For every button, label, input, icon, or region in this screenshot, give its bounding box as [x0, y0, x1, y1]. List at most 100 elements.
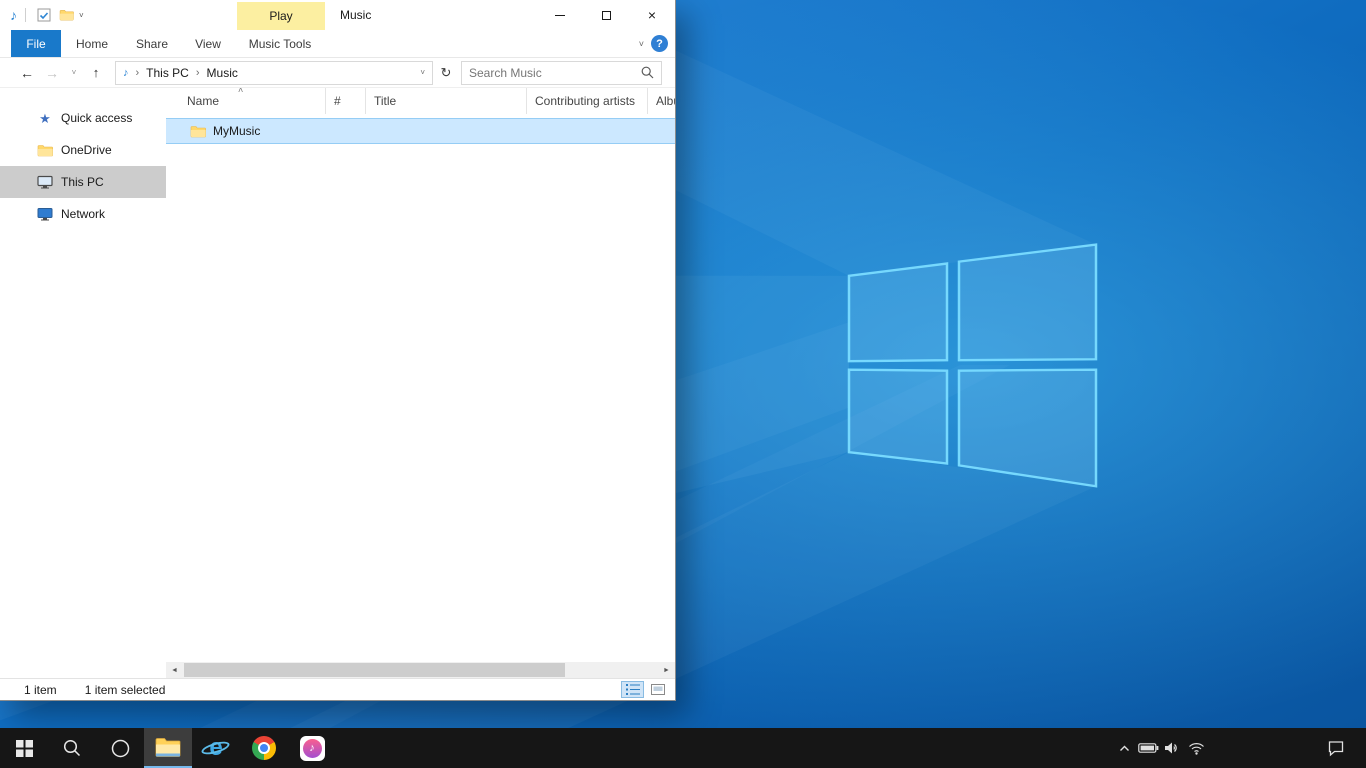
- column-header-number[interactable]: #: [326, 88, 366, 114]
- folder-icon: [36, 144, 54, 157]
- internet-explorer-button[interactable]: e: [192, 728, 240, 768]
- chrome-button[interactable]: [240, 728, 288, 768]
- qat-properties-button[interactable]: [34, 5, 54, 25]
- system-tray: [1112, 728, 1366, 768]
- folder-icon: [190, 125, 206, 138]
- action-center-button[interactable]: [1322, 728, 1350, 768]
- taskbar-search-button[interactable]: [48, 728, 96, 768]
- scroll-right-button[interactable]: ►: [658, 662, 675, 678]
- search-box[interactable]: [461, 61, 662, 85]
- column-header-title[interactable]: Title: [366, 88, 527, 114]
- sidebar-item-this-pc[interactable]: This PC: [0, 166, 166, 198]
- computer-icon: [36, 175, 54, 189]
- maximize-button[interactable]: [583, 0, 629, 30]
- close-button[interactable]: ×: [629, 0, 675, 30]
- tab-share[interactable]: Share: [123, 30, 181, 57]
- file-explorer-window: ♪ ˅ Play Music ×: [0, 0, 676, 701]
- refresh-button[interactable]: ↻: [437, 65, 455, 81]
- wifi-icon: [1188, 742, 1205, 755]
- large-icons-view-button[interactable]: [646, 681, 669, 698]
- search-icon: [63, 739, 81, 757]
- column-headers: ˄ Name # Title Contributing artists Albu…: [166, 88, 675, 114]
- tab-music-tools[interactable]: Music Tools: [235, 30, 325, 57]
- show-hidden-icons-button[interactable]: [1112, 728, 1136, 768]
- address-toolbar: ← → ˅ ↑ ♪ › This PC › Music ˅ ↻: [0, 58, 675, 88]
- volume-indicator[interactable]: [1160, 728, 1184, 768]
- network-icon: [36, 207, 54, 221]
- itunes-note: ♪: [309, 743, 315, 754]
- column-header-name[interactable]: ˄ Name: [166, 88, 326, 114]
- cortana-button[interactable]: [96, 728, 144, 768]
- start-button[interactable]: [0, 728, 48, 768]
- star-icon: ★: [36, 112, 54, 125]
- titlebar-divider: [25, 8, 26, 22]
- tab-view[interactable]: View: [181, 30, 235, 57]
- forward-button[interactable]: →: [39, 61, 65, 85]
- scroll-left-button[interactable]: ◄: [166, 662, 183, 678]
- folder-icon: [59, 9, 74, 21]
- explorer-main: ★ Quick access OneDrive: [0, 88, 675, 662]
- sidebar-item-network[interactable]: Network: [0, 198, 166, 230]
- help-button[interactable]: ?: [651, 35, 668, 52]
- file-list: MyMusic: [166, 114, 675, 144]
- address-dropdown-icon[interactable]: ˅: [420, 68, 425, 77]
- search-icon: [641, 66, 654, 79]
- contextual-tab-play[interactable]: Play: [237, 2, 325, 30]
- file-list-pane: ˄ Name # Title Contributing artists Albu…: [166, 88, 675, 662]
- file-row-mymusic[interactable]: MyMusic: [166, 118, 675, 144]
- battery-indicator[interactable]: [1136, 728, 1160, 768]
- recent-locations-dropdown[interactable]: ˅: [65, 61, 83, 85]
- address-bar[interactable]: ♪ › This PC › Music ˅: [115, 61, 433, 85]
- details-view-button[interactable]: [621, 681, 644, 698]
- window-titlebar[interactable]: ♪ ˅ Play Music ×: [0, 0, 675, 30]
- windows-logo-icon: [16, 740, 33, 757]
- tab-home[interactable]: Home: [61, 30, 123, 57]
- network-indicator[interactable]: [1184, 728, 1208, 768]
- navigation-pane: ★ Quick access OneDrive: [0, 88, 166, 662]
- breadcrumb-music[interactable]: Music: [207, 66, 238, 80]
- details-view-icon: [626, 684, 640, 695]
- minimize-icon: [555, 15, 565, 16]
- window-title: Music: [340, 0, 371, 30]
- horizontal-scrollbar[interactable]: ◄ ►: [166, 662, 675, 678]
- minimize-button[interactable]: [537, 0, 583, 30]
- taskbar: e ♪: [0, 728, 1366, 768]
- maximize-icon: [602, 11, 611, 20]
- music-note-icon: ♪: [10, 8, 17, 22]
- chrome-icon: [252, 736, 276, 760]
- column-label: Name: [187, 94, 219, 108]
- large-icons-view-icon: [651, 684, 665, 695]
- ribbon-collapse-button[interactable]: ˅: [639, 30, 644, 57]
- sidebar-item-label: This PC: [61, 175, 104, 189]
- desktop: ♪ ˅ Play Music ×: [0, 0, 1366, 728]
- cortana-icon: [111, 739, 130, 758]
- chevron-right-icon[interactable]: ›: [136, 67, 140, 79]
- search-input[interactable]: [469, 66, 641, 80]
- selection-count: 1 item selected: [85, 683, 166, 697]
- column-header-contributing-artists[interactable]: Contributing artists: [527, 88, 648, 114]
- qat-customize-dropdown[interactable]: ˅: [79, 11, 84, 20]
- back-button[interactable]: ←: [15, 61, 39, 85]
- window-controls: ×: [537, 0, 675, 30]
- tab-file[interactable]: File: [11, 30, 61, 57]
- notification-icon: [1327, 740, 1345, 757]
- column-header-album[interactable]: Album: [648, 88, 675, 114]
- sidebar-item-onedrive[interactable]: OneDrive: [0, 134, 166, 166]
- breadcrumb-this-pc[interactable]: This PC: [146, 66, 189, 80]
- sidebar-item-quick-access[interactable]: ★ Quick access: [0, 102, 166, 134]
- scrollbar-thumb[interactable]: [184, 663, 565, 677]
- file-name: MyMusic: [213, 124, 260, 138]
- item-count: 1 item: [24, 683, 57, 697]
- music-note-icon: ♪: [300, 736, 325, 761]
- qat-new-folder-button[interactable]: [56, 5, 76, 25]
- taskbar-file-explorer-button[interactable]: [144, 728, 192, 768]
- sidebar-item-label: Network: [61, 207, 105, 221]
- sort-ascending-icon: ˄: [238, 88, 243, 95]
- up-button[interactable]: ↑: [83, 61, 109, 85]
- chevron-right-icon[interactable]: ›: [196, 67, 200, 79]
- itunes-button[interactable]: ♪: [288, 728, 336, 768]
- music-note-icon: ♪: [123, 67, 129, 79]
- sidebar-item-label: Quick access: [61, 111, 132, 125]
- chevron-up-icon: [1118, 742, 1131, 755]
- ie-icon: e: [202, 734, 230, 762]
